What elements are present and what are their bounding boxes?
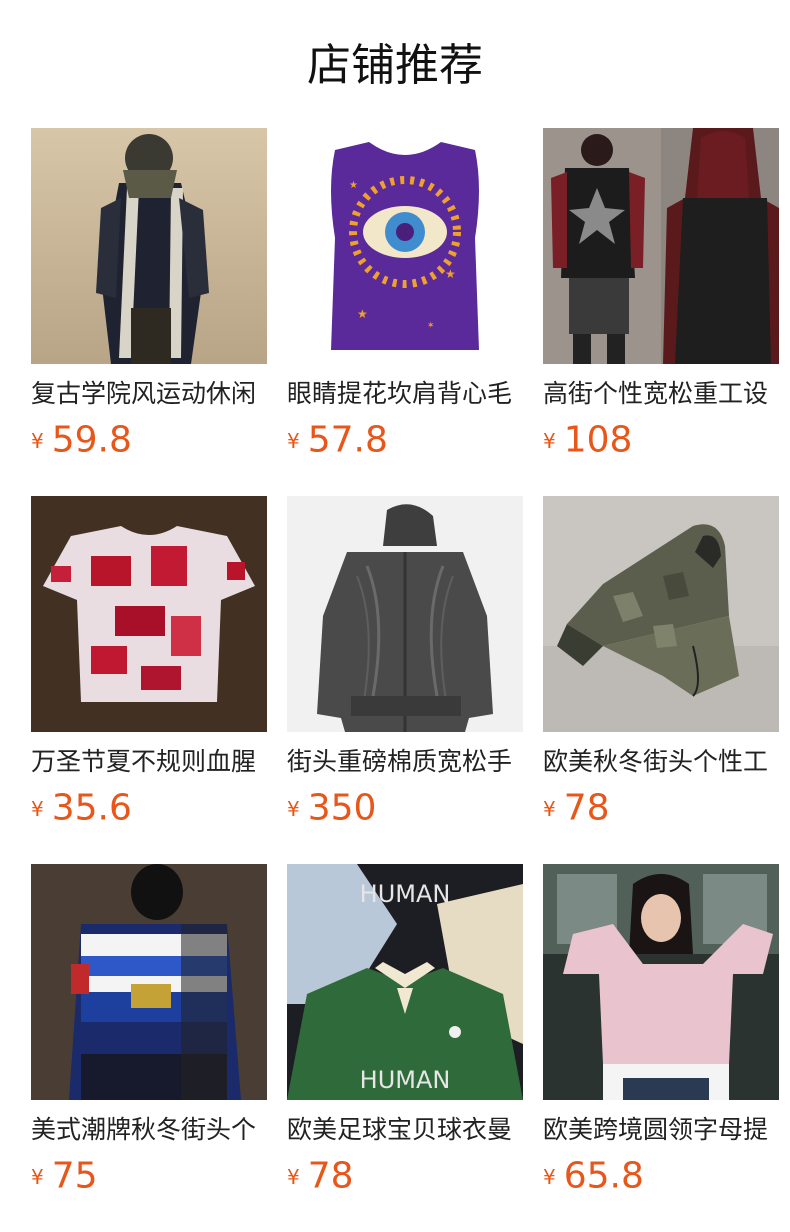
product-name[interactable]: 美式潮牌秋冬街头个 xyxy=(31,1114,267,1146)
svg-text:✶: ✶ xyxy=(427,321,435,331)
product-card[interactable]: 欧美秋冬街头个性工 ¥78 xyxy=(543,496,779,864)
blue-moto-jacket-photo[interactable] xyxy=(31,864,267,1100)
product-card[interactable]: 万圣节夏不规则血腥 ¥35.6 xyxy=(31,496,267,864)
price-value: 75 xyxy=(51,1155,98,1197)
product-name[interactable]: 欧美秋冬街头个性工 xyxy=(543,746,779,778)
product-card[interactable]: HUMAN HUMAN 欧美足球宝贝球衣曼 ¥78 xyxy=(287,864,523,1232)
page-title: 店铺推荐 xyxy=(307,40,483,91)
jersey-print: HUMAN xyxy=(360,1066,451,1094)
product-name[interactable]: 复古学院风运动休闲 xyxy=(31,378,267,410)
camo-jacket-photo[interactable] xyxy=(543,496,779,732)
hoodie-outfit-photo[interactable] xyxy=(543,128,779,364)
product-price: ¥75 xyxy=(31,1154,267,1198)
tie-dye-tshirt-photo[interactable] xyxy=(31,496,267,732)
product-price: ¥65.8 xyxy=(543,1154,779,1198)
product-card[interactable]: 复古学院风运动休闲 ¥59.8 xyxy=(31,128,267,496)
grey-hoodie-photo[interactable] xyxy=(287,496,523,732)
product-name[interactable]: 欧美跨境圆领字母提 xyxy=(543,1114,779,1146)
price-value: 78 xyxy=(563,787,610,829)
football-jersey-photo[interactable]: HUMAN HUMAN xyxy=(287,864,523,1100)
product-card[interactable]: 欧美跨境圆领字母提 ¥65.8 xyxy=(543,864,779,1232)
svg-text:★: ★ xyxy=(357,307,368,321)
currency-symbol: ¥ xyxy=(287,796,300,821)
currency-symbol: ¥ xyxy=(31,1164,44,1189)
product-name[interactable]: 高街个性宽松重工设 xyxy=(543,378,779,410)
price-value: 57.8 xyxy=(307,419,388,461)
currency-symbol: ¥ xyxy=(287,1164,300,1189)
eye-vest-photo[interactable]: ✶ ★ ★ ★ xyxy=(287,128,523,364)
product-name[interactable]: 街头重磅棉质宽松手 xyxy=(287,746,523,778)
price-value: 65.8 xyxy=(563,1155,644,1197)
moto-jacket-photo[interactable] xyxy=(31,128,267,364)
price-value: 108 xyxy=(563,419,633,461)
product-name[interactable]: 万圣节夏不规则血腥 xyxy=(31,746,267,778)
product-price: ¥78 xyxy=(287,1154,523,1198)
product-price: ¥108 xyxy=(543,418,779,462)
product-price: ¥59.8 xyxy=(31,418,267,462)
product-card[interactable]: ✶ ★ ★ ★ 眼睛提花坎肩背心毛 ¥57.8 xyxy=(287,128,523,496)
currency-symbol: ¥ xyxy=(31,796,44,821)
product-name[interactable]: 欧美足球宝贝球衣曼 xyxy=(287,1114,523,1146)
product-price: ¥35.6 xyxy=(31,786,267,830)
currency-symbol: ¥ xyxy=(31,428,44,453)
product-price: ¥350 xyxy=(287,786,523,830)
product-grid: 复古学院风运动休闲 ¥59.8 ✶ ★ ★ ★ 眼睛提花坎肩背心毛 ¥57.8 xyxy=(31,128,779,1232)
svg-text:★: ★ xyxy=(349,180,358,191)
price-value: 78 xyxy=(307,1155,354,1197)
pink-sweater-photo[interactable] xyxy=(543,864,779,1100)
jersey-print: HUMAN xyxy=(360,880,451,908)
price-value: 35.6 xyxy=(51,787,132,829)
product-card[interactable]: 街头重磅棉质宽松手 ¥350 xyxy=(287,496,523,864)
product-price: ¥78 xyxy=(543,786,779,830)
product-card[interactable]: 高街个性宽松重工设 ¥108 xyxy=(543,128,779,496)
price-value: 350 xyxy=(307,787,377,829)
product-price: ¥57.8 xyxy=(287,418,523,462)
currency-symbol: ¥ xyxy=(543,428,556,453)
currency-symbol: ¥ xyxy=(287,428,300,453)
currency-symbol: ¥ xyxy=(543,796,556,821)
product-name[interactable]: 眼睛提花坎肩背心毛 xyxy=(287,378,523,410)
price-value: 59.8 xyxy=(51,419,132,461)
svg-text:★: ★ xyxy=(445,267,456,281)
product-card[interactable]: 美式潮牌秋冬街头个 ¥75 xyxy=(31,864,267,1232)
currency-symbol: ¥ xyxy=(543,1164,556,1189)
